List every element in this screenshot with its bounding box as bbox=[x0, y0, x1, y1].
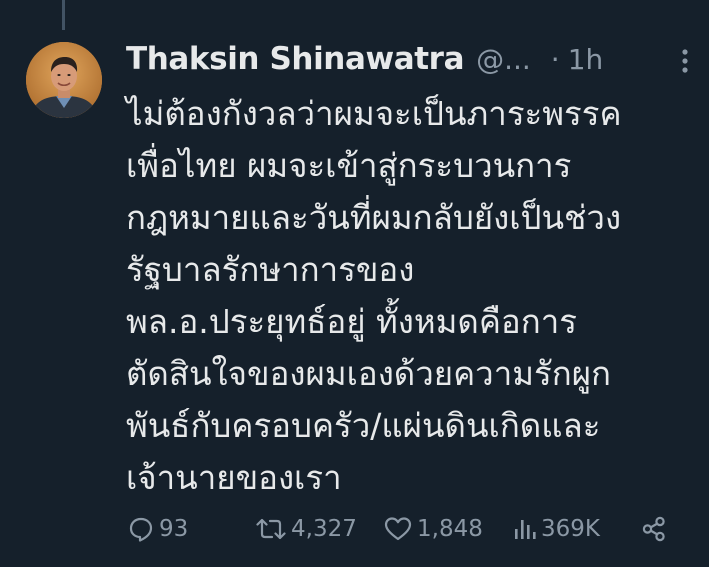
avatar[interactable] bbox=[26, 42, 102, 118]
tweet-text-line: ไม่ต้องกังวลว่าผมจะเป็นภาระพรรค bbox=[126, 94, 622, 133]
retweet-icon bbox=[256, 518, 286, 540]
reply-icon bbox=[129, 517, 153, 542]
thread-connector-line bbox=[62, 0, 65, 30]
tweet-text: ไม่ต้องกังวลว่าผมจะเป็นภาระพรรค เพื่อไทย… bbox=[126, 88, 701, 504]
more-options-button[interactable] bbox=[675, 48, 695, 74]
retweet-count: 4,327 bbox=[291, 516, 357, 542]
tweet-text-line: ตัดสินใจของผมเองด้วยความรักผูก bbox=[126, 354, 612, 393]
tweet-text-line: เจ้านายของเรา bbox=[126, 458, 342, 497]
more-vertical-icon bbox=[682, 49, 688, 73]
views-button[interactable]: 369K bbox=[512, 516, 600, 542]
retweet-button[interactable]: 4,327 bbox=[256, 516, 357, 542]
views-count: 369K bbox=[541, 516, 600, 542]
separator-dot: · bbox=[550, 42, 560, 76]
user-handle[interactable]: @... bbox=[476, 43, 531, 76]
like-button[interactable]: 1,848 bbox=[384, 516, 483, 542]
avatar-photo bbox=[26, 42, 102, 118]
like-count: 1,848 bbox=[417, 516, 483, 542]
share-icon bbox=[642, 516, 665, 542]
tweet-text-line: พล.อ.ประยุทธ์อยู่ ทั้งหมดคือการ bbox=[126, 302, 577, 341]
tweet-header: Thaksin Shinawatra @... · 1h bbox=[126, 36, 701, 82]
timestamp[interactable]: 1h bbox=[568, 43, 604, 76]
tweet-text-line: เพื่อไทย ผมจะเข้าสู่กระบวนการ bbox=[126, 146, 572, 185]
tweet-text-line: รัฐบาลรักษาการของ bbox=[126, 250, 415, 289]
reply-button[interactable]: 93 bbox=[128, 516, 188, 542]
tweet[interactable]: Thaksin Shinawatra @... · 1h ไม่ต้องกังว… bbox=[126, 36, 701, 504]
reply-count: 93 bbox=[159, 516, 189, 542]
display-name[interactable]: Thaksin Shinawatra bbox=[126, 41, 464, 77]
heart-icon bbox=[384, 517, 412, 541]
share-button[interactable] bbox=[640, 515, 668, 543]
tweet-actions-bar: 93 4,327 1,848 369K bbox=[128, 508, 688, 550]
tweet-text-line: กฎหมายและวันที่ผมกลับยังเป็นช่วง bbox=[126, 198, 622, 237]
tweet-text-line: พันธ์กับครอบครัว/แผ่นดินเกิดและ bbox=[126, 406, 601, 445]
views-chart-icon bbox=[515, 520, 536, 539]
